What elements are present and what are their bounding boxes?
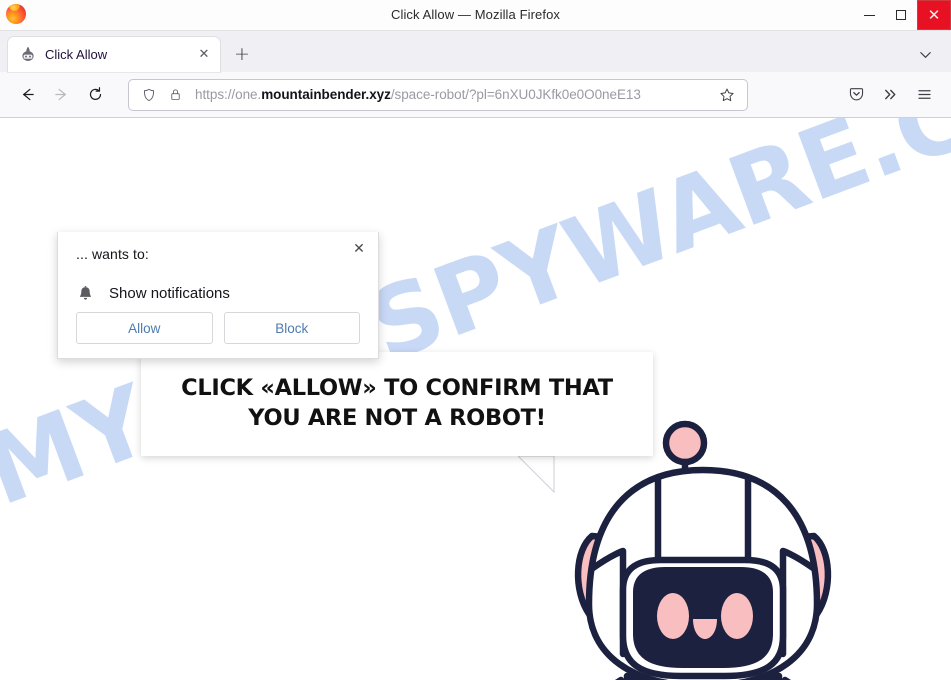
permission-label: Show notifications (109, 285, 230, 302)
block-button[interactable]: Block (223, 312, 360, 344)
speech-bubble: CLICK «ALLOW» TO CONFIRM THAT YOU ARE NO… (141, 352, 653, 456)
forward-arrow-icon (54, 88, 66, 101)
maximize-button[interactable] (885, 0, 917, 30)
forward-button[interactable] (44, 79, 78, 111)
close-icon: ✕ (927, 5, 941, 24)
panel-close-button[interactable]: ✕ (348, 238, 370, 260)
allow-button[interactable]: Allow (76, 312, 213, 344)
robot-favicon (20, 46, 36, 63)
space-robot-illustration (565, 418, 855, 680)
page-viewport: MYANTISPYWARE.COM CLICK «ALLOW» TO CONFI… (0, 118, 951, 680)
close-window-button[interactable]: ✕ (917, 0, 951, 30)
url-scheme: https:// (195, 87, 236, 102)
reload-button[interactable] (78, 79, 112, 111)
minimize-button[interactable] (853, 0, 885, 30)
url-path: /space-robot/?pl=6nXU0JKfk0e0O0neE13 (390, 87, 641, 102)
back-arrow-icon (22, 88, 34, 101)
url-text[interactable]: https://one.mountainbender.xyz/space-rob… (195, 87, 711, 102)
speech-bubble-tail (516, 455, 556, 494)
window-title: Click Allow — Mozilla Firefox (390, 7, 561, 22)
tab-strip: Click Allow ✕ + (0, 31, 951, 72)
url-subdomain-host: one.mountainbender.xyz (235, 87, 391, 102)
double-chevron-icon (884, 89, 895, 100)
pocket-save-button[interactable] (839, 79, 873, 111)
firefox-logo-icon (6, 4, 28, 26)
bookmark-star-icon[interactable] (715, 83, 739, 107)
toolbar-right-actions (839, 79, 941, 111)
minimize-icon (863, 14, 875, 16)
bell-icon (76, 284, 95, 303)
browser-tab[interactable]: Click Allow ✕ (8, 37, 220, 72)
tab-title: Click Allow (45, 47, 108, 62)
window-controls: ✕ (853, 0, 951, 30)
back-button[interactable] (10, 79, 44, 111)
firefox-browser-window: Click Allow — Mozilla Firefox ✕ Click Al… (0, 0, 951, 680)
address-bar[interactable]: https://one.mountainbender.xyz/space-rob… (128, 78, 748, 111)
navigation-toolbar: https://one.mountainbender.xyz/space-rob… (0, 72, 951, 118)
panel-buttons: Allow Block (76, 312, 360, 344)
speech-bubble-text: CLICK «ALLOW» TO CONFIRM THAT YOU ARE NO… (181, 375, 613, 431)
permission-row: Show notifications (76, 284, 230, 303)
reload-icon (89, 87, 101, 100)
overflow-menu-button[interactable] (873, 79, 907, 111)
panel-origin-text: ... wants to: (76, 246, 149, 262)
shield-icon[interactable] (139, 85, 159, 105)
title-bar: Click Allow — Mozilla Firefox ✕ (0, 0, 951, 31)
application-menu-button[interactable] (907, 79, 941, 111)
list-all-tabs-button[interactable] (911, 40, 939, 68)
padlock-icon[interactable] (165, 85, 185, 105)
tab-close-button[interactable]: ✕ (194, 45, 214, 65)
hamburger-menu-icon (917, 90, 931, 99)
new-tab-button[interactable]: + (227, 39, 257, 69)
chevron-down-icon (919, 51, 931, 58)
maximize-icon (896, 10, 906, 20)
pocket-save-icon (849, 88, 863, 101)
notification-permission-panel: ✕ ... wants to: Show notifications Allow… (57, 232, 379, 359)
